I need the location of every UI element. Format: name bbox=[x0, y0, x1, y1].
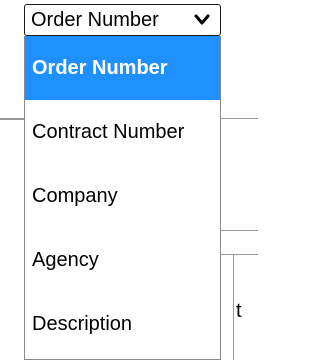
background-divider bbox=[221, 230, 258, 231]
background-partial-text: t bbox=[236, 300, 242, 322]
option-agency[interactable]: Agency bbox=[25, 228, 220, 292]
background-divider bbox=[0, 118, 24, 120]
background-divider bbox=[221, 118, 258, 119]
search-field-select[interactable]: Order Number bbox=[24, 4, 221, 36]
background-column-border bbox=[233, 254, 234, 360]
chevron-down-icon bbox=[194, 14, 210, 25]
option-description[interactable]: Description bbox=[25, 292, 220, 356]
option-contract-number[interactable]: Contract Number bbox=[25, 100, 220, 164]
select-options-list: Order Number Contract Number Company Age… bbox=[24, 36, 221, 360]
page: t Order Number Order Number Contract Num… bbox=[0, 0, 258, 360]
select-current-value: Order Number bbox=[31, 9, 159, 31]
option-order-number[interactable]: Order Number bbox=[25, 36, 220, 100]
background-divider bbox=[221, 254, 258, 255]
option-company[interactable]: Company bbox=[25, 164, 220, 228]
